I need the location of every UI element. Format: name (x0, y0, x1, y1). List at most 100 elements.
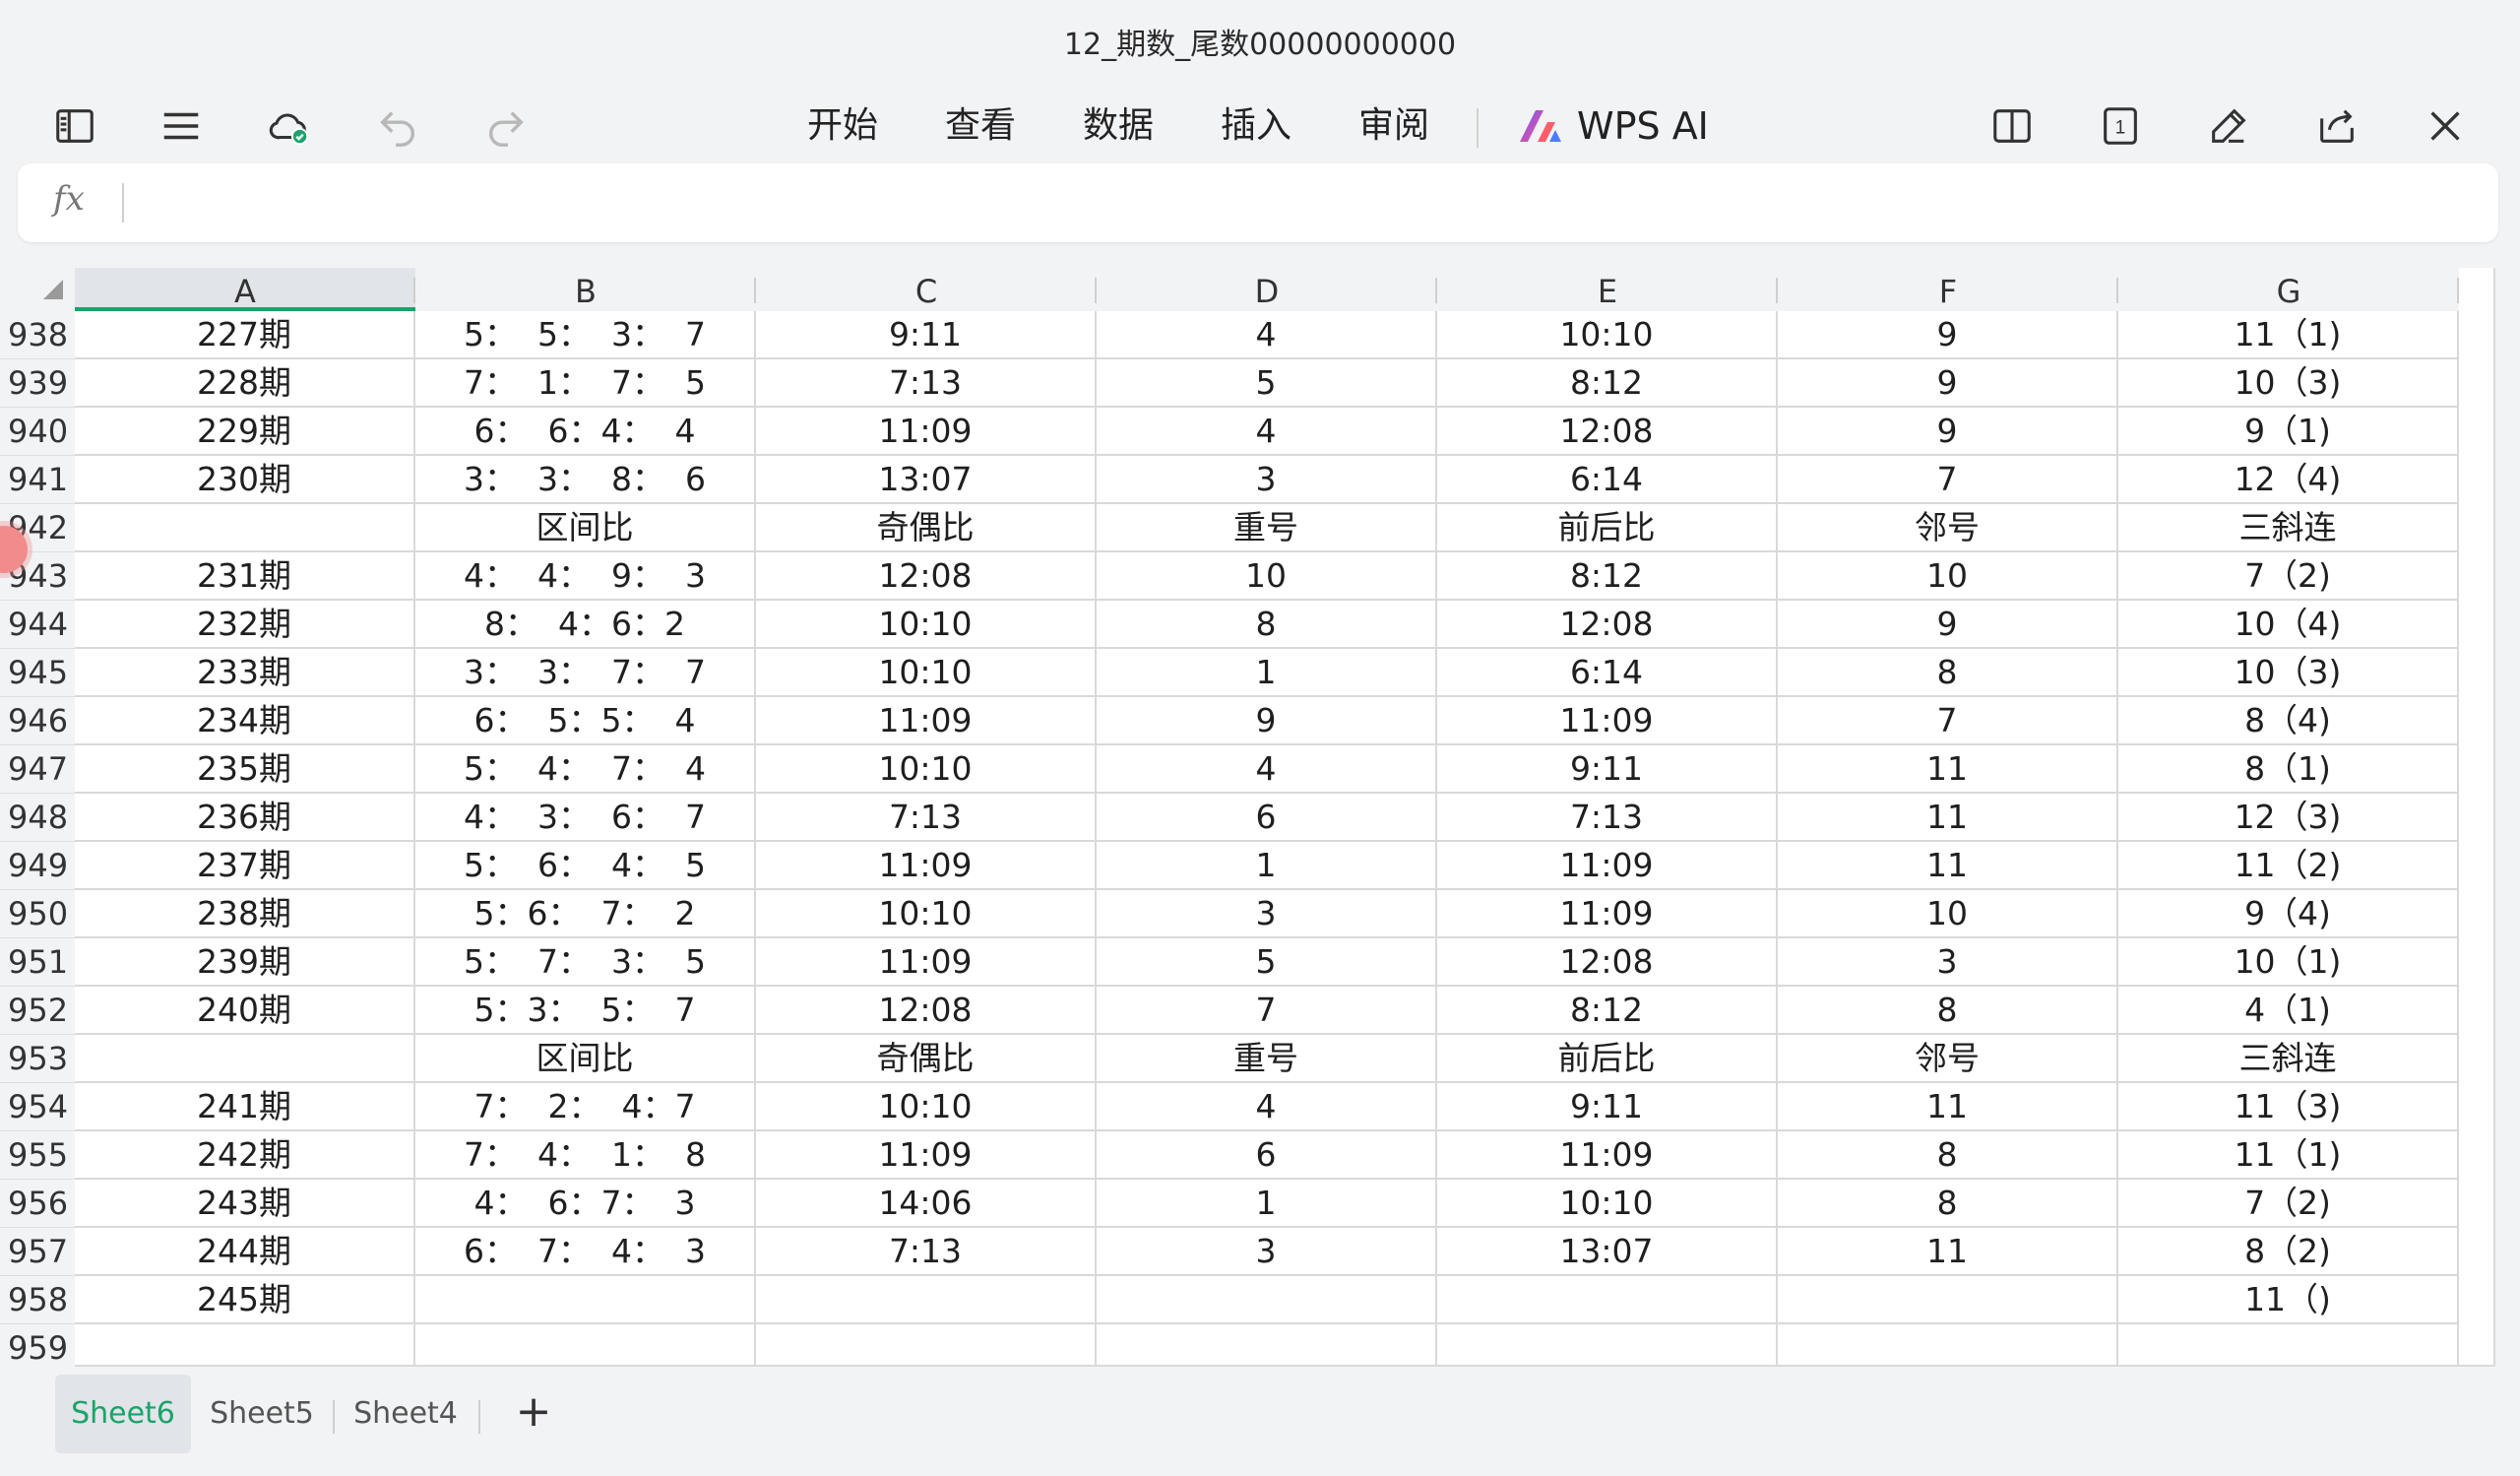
cell-f[interactable]: 10 (1778, 890, 2118, 938)
column-header-a[interactable]: A (75, 268, 415, 311)
menu-insert[interactable]: 插入 (1221, 98, 1292, 154)
page-count-icon[interactable]: 1 (2091, 96, 2150, 156)
cell-g[interactable]: 8（1) (2118, 745, 2459, 794)
wps-ai-button[interactable]: WPS AI (1516, 98, 1709, 154)
cell-e[interactable]: 9:11 (1437, 745, 1778, 794)
cell-c[interactable]: 11:09 (756, 408, 1097, 456)
add-sheet-button[interactable]: + (502, 1380, 565, 1444)
cell-f[interactable]: 8 (1778, 1180, 2118, 1228)
column-header-d[interactable]: D (1097, 268, 1437, 311)
row-number[interactable]: 950 (0, 890, 75, 938)
cell-e[interactable]: 8:12 (1437, 552, 1778, 601)
cell-a[interactable]: 227期 (75, 311, 415, 359)
row-number[interactable]: 953 (0, 1035, 75, 1083)
cloud-synced-icon[interactable] (260, 96, 319, 156)
cell-b[interactable]: 8： 4：6：2 (415, 601, 756, 649)
sidebar-toggle-icon[interactable] (45, 96, 104, 156)
cell-c[interactable]: 11:09 (756, 1131, 1097, 1180)
cell-c[interactable]: 10:10 (756, 890, 1097, 938)
cell-c[interactable]: 7:13 (756, 1228, 1097, 1276)
row-number[interactable]: 947 (0, 745, 75, 794)
row-number[interactable]: 944 (0, 601, 75, 649)
cell-b[interactable]: 5：6： 7： 2 (415, 890, 756, 938)
cell-c[interactable]: 10:10 (756, 745, 1097, 794)
cell-b[interactable]: 3： 3： 8： 6 (415, 456, 756, 504)
cell-a[interactable]: 231期 (75, 552, 415, 601)
cell-b[interactable]: 4： 3： 6： 7 (415, 794, 756, 842)
cell-c[interactable]: 11:09 (756, 842, 1097, 890)
cell-a[interactable]: 242期 (75, 1131, 415, 1180)
cell-a[interactable] (75, 1324, 415, 1373)
row-number[interactable]: 952 (0, 987, 75, 1035)
column-header-c[interactable]: C (756, 268, 1097, 311)
cell-b[interactable]: 6： 6：4： 4 (415, 408, 756, 456)
cell-d[interactable]: 3 (1097, 1228, 1437, 1276)
cell-b[interactable]: 5：3： 5： 7 (415, 987, 756, 1035)
cell-e[interactable]: 7:13 (1437, 794, 1778, 842)
cell-g[interactable]: 8（2) (2118, 1228, 2459, 1276)
cell-e[interactable]: 11:09 (1437, 697, 1778, 745)
cell-c[interactable]: 12:08 (756, 987, 1097, 1035)
cell-f[interactable]: 8 (1778, 987, 2118, 1035)
cell-b[interactable]: 7： 2： 4：7 (415, 1083, 756, 1131)
row-number[interactable]: 949 (0, 842, 75, 890)
cell-d[interactable]: 1 (1097, 1180, 1437, 1228)
row-number[interactable]: 945 (0, 649, 75, 697)
row-number[interactable]: 940 (0, 408, 75, 456)
cell-d[interactable]: 4 (1097, 1083, 1437, 1131)
cell-d[interactable]: 3 (1097, 456, 1437, 504)
cell-d[interactable]: 重号 (1097, 1035, 1437, 1083)
cell-g[interactable]: 11（) (2118, 1276, 2459, 1324)
cell-a[interactable]: 229期 (75, 408, 415, 456)
row-number[interactable]: 951 (0, 938, 75, 987)
cell-b[interactable]: 5： 7： 3： 5 (415, 938, 756, 987)
column-header-g[interactable]: G (2118, 268, 2459, 311)
cell-f[interactable]: 11 (1778, 794, 2118, 842)
cell-b[interactable]: 区间比 (415, 1035, 756, 1083)
cell-d[interactable]: 重号 (1097, 504, 1437, 552)
menu-view[interactable]: 查看 (945, 98, 1016, 154)
cell-c[interactable]: 13:07 (756, 456, 1097, 504)
row-number[interactable]: 958 (0, 1276, 75, 1324)
cell-b[interactable]: 4： 6：7： 3 (415, 1180, 756, 1228)
cell-f[interactable]: 8 (1778, 649, 2118, 697)
cell-a[interactable]: 243期 (75, 1180, 415, 1228)
cell-c[interactable] (756, 1276, 1097, 1324)
cell-a[interactable]: 232期 (75, 601, 415, 649)
cell-a[interactable]: 233期 (75, 649, 415, 697)
cell-d[interactable]: 6 (1097, 1131, 1437, 1180)
cell-g[interactable]: 11（2) (2118, 842, 2459, 890)
cell-f[interactable]: 9 (1778, 359, 2118, 408)
cell-f[interactable]: 9 (1778, 311, 2118, 359)
cell-g[interactable]: 8（4) (2118, 697, 2459, 745)
cell-e[interactable]: 11:09 (1437, 1131, 1778, 1180)
cell-c[interactable]: 奇偶比 (756, 1035, 1097, 1083)
cell-a[interactable]: 228期 (75, 359, 415, 408)
cell-a[interactable] (75, 504, 415, 552)
cell-c[interactable]: 9:11 (756, 311, 1097, 359)
cell-g[interactable]: 10（3) (2118, 649, 2459, 697)
cell-a[interactable]: 238期 (75, 890, 415, 938)
cell-c[interactable]: 11:09 (756, 697, 1097, 745)
cell-b[interactable]: 5： 5： 3： 7 (415, 311, 756, 359)
cell-e[interactable]: 10:10 (1437, 1180, 1778, 1228)
row-number[interactable]: 948 (0, 794, 75, 842)
cell-f[interactable]: 7 (1778, 456, 2118, 504)
cell-c[interactable]: 11:09 (756, 938, 1097, 987)
cell-e[interactable]: 前后比 (1437, 504, 1778, 552)
cell-d[interactable]: 3 (1097, 890, 1437, 938)
cell-g[interactable]: 7（2) (2118, 1180, 2459, 1228)
cell-e[interactable]: 6:14 (1437, 649, 1778, 697)
cell-d[interactable]: 4 (1097, 745, 1437, 794)
cell-f[interactable]: 8 (1778, 1131, 2118, 1180)
cell-d[interactable]: 6 (1097, 794, 1437, 842)
cell-c[interactable]: 7:13 (756, 794, 1097, 842)
column-header-b[interactable]: B (415, 268, 756, 311)
cell-g[interactable]: 9（1) (2118, 408, 2459, 456)
redo-icon[interactable] (476, 96, 536, 156)
cell-g[interactable] (2118, 1324, 2459, 1373)
cell-a[interactable]: 234期 (75, 697, 415, 745)
cell-c[interactable]: 10:10 (756, 1083, 1097, 1131)
cell-f[interactable] (1778, 1276, 2118, 1324)
cell-f[interactable]: 7 (1778, 697, 2118, 745)
